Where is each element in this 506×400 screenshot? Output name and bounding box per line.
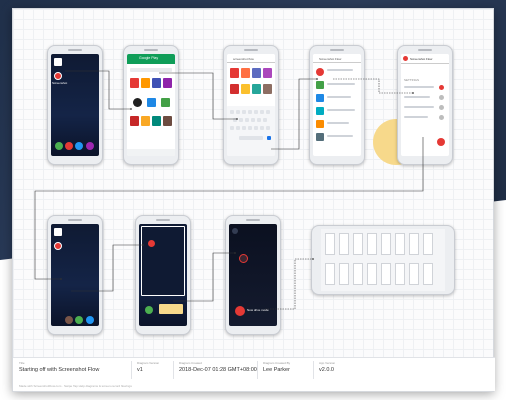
diagram-footer: Title Starting off with Screenshot Flow … (13, 357, 495, 391)
footer-value: Lee Parker (263, 367, 290, 373)
footer-divider (173, 361, 174, 379)
footer-app-version: App Version v2.0.0 (319, 361, 335, 373)
flow-arrow (271, 78, 318, 150)
flow-arrow (173, 252, 236, 302)
footer-value: 2018-Dec-07 01:28 GMT+08:00 (179, 367, 257, 373)
footer-value: v2.0.0 (319, 367, 334, 373)
footer-value: v1 (137, 367, 143, 373)
footer-divider (257, 361, 258, 379)
flow-arrow (34, 137, 424, 280)
flow-board: Screenshot Google Play screenshot flow S… (12, 8, 495, 392)
flow-arrow (333, 78, 414, 94)
footer-label: App Version (319, 361, 336, 365)
footer-version: Diagram Version v1 (137, 361, 159, 373)
footer-note: Made with ScreenshotFlow.com · Swipe Tap… (19, 384, 132, 388)
footer-created: Diagram Created 2018-Dec-07 01:28 GMT+08… (179, 361, 257, 373)
footer-label: Diagram Version (137, 361, 160, 365)
footer-value: Starting off with Screenshot Flow (19, 367, 100, 373)
flow-arrow (159, 72, 238, 120)
footer-label: Diagram Created (179, 361, 202, 365)
flow-arrow (71, 244, 144, 292)
flow-arrow (65, 70, 132, 110)
footer-title: Title Starting off with Screenshot Flow (19, 361, 99, 373)
footer-divider (131, 361, 132, 379)
footer-label: Diagram Created By (263, 361, 291, 365)
flow-connectors (34, 70, 424, 310)
footer-divider (313, 361, 314, 379)
footer-label: Title (19, 361, 25, 365)
footer-author: Diagram Created By Lee Parker (263, 361, 290, 373)
flow-arrow (265, 258, 314, 310)
